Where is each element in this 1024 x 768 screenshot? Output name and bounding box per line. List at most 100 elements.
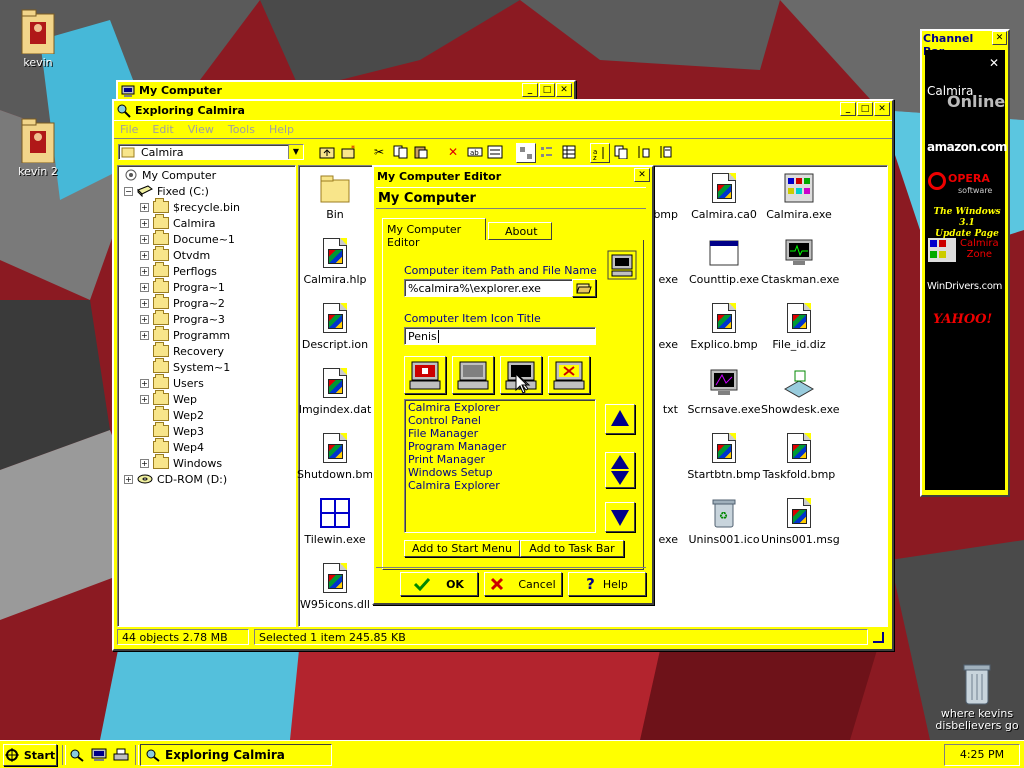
tree-item-folder[interactable]: Wep3 xyxy=(153,422,204,439)
tree-item-folder[interactable]: + Programm xyxy=(140,326,230,343)
list-item[interactable]: Control Panel xyxy=(408,414,592,427)
file-item[interactable]: Bin xyxy=(297,172,373,221)
file-item[interactable]: Counttip.exe xyxy=(686,237,762,286)
menu-edit[interactable]: Edit xyxy=(152,123,173,136)
expand-icon[interactable]: + xyxy=(140,250,149,260)
menu-file[interactable]: File xyxy=(120,123,138,136)
channel-yahoo[interactable]: YAHOO! xyxy=(933,312,1003,327)
icon-title-input[interactable]: Penis xyxy=(404,327,596,345)
file-item[interactable]: Calmira.exe xyxy=(761,172,837,221)
expand-icon[interactable]: + xyxy=(140,282,149,292)
file-item[interactable]: Shutdown.bmp xyxy=(297,432,380,481)
tree-item-cd-rom[interactable]: + CD-ROM (D:) xyxy=(124,471,227,487)
file-item[interactable]: ♻ Unins001.ico xyxy=(686,497,762,546)
list-item[interactable]: Calmira Explorer xyxy=(408,479,592,492)
desktop-icon-kevin[interactable]: kevin xyxy=(0,8,78,69)
explorer-search-icon[interactable] xyxy=(69,748,85,762)
file-item[interactable]: Unins001.msg xyxy=(761,497,840,546)
expand-icon[interactable]: + xyxy=(124,474,133,484)
expand-icon[interactable]: + xyxy=(140,378,149,388)
list-item[interactable]: Calmira Explorer xyxy=(408,401,592,414)
close-button[interactable]: ✕ xyxy=(556,83,572,97)
help-button[interactable]: ? Help xyxy=(568,572,646,596)
file-item[interactable]: File_id.diz xyxy=(761,302,837,351)
expand-icon[interactable]: + xyxy=(140,218,149,228)
edit-computer-item-button[interactable] xyxy=(452,356,494,394)
address-combo[interactable]: Calmira ▼ xyxy=(118,144,304,160)
file-item[interactable]: Descript.ion xyxy=(297,302,373,351)
browse-button[interactable] xyxy=(572,279,596,297)
tree-item-fixed-c[interactable]: − Fixed (C:) xyxy=(124,183,209,199)
expand-icon[interactable]: + xyxy=(140,298,149,308)
my-computer-titlebar[interactable]: My Computer xyxy=(118,82,574,99)
small-icons-view-icon[interactable] xyxy=(538,143,556,161)
path-input[interactable]: %calmira%\explorer.exe xyxy=(404,279,596,297)
list-item[interactable]: Program Manager xyxy=(408,440,592,453)
maximize-button[interactable]: □ xyxy=(539,83,555,97)
clock[interactable]: 4:25 PM xyxy=(944,744,1020,766)
sort-by-type-icon[interactable] xyxy=(612,143,630,161)
properties-icon[interactable] xyxy=(486,143,504,161)
printer-icon[interactable] xyxy=(113,748,129,762)
ok-button[interactable]: OK xyxy=(400,572,478,596)
channel-amazon[interactable]: amazon.com xyxy=(927,140,1007,154)
resize-grip-icon[interactable] xyxy=(872,631,884,643)
tab-about[interactable]: About xyxy=(488,222,552,240)
copy-icon[interactable] xyxy=(392,143,410,161)
large-icons-view-icon[interactable] xyxy=(516,143,536,163)
task-exploring-calmira[interactable]: Exploring Calmira xyxy=(140,744,332,766)
add-to-start-menu-button[interactable]: Add to Start Menu xyxy=(404,540,520,557)
channel-bar[interactable]: Channel Bar ✕ ✕ Calmira Online amazon.co… xyxy=(920,29,1010,497)
minimize-button[interactable]: _ xyxy=(840,102,856,116)
expand-icon[interactable]: + xyxy=(140,394,149,404)
move-down-button[interactable] xyxy=(605,502,635,532)
channel-calmira-online[interactable]: Calmira Online xyxy=(927,84,1005,111)
move-up-button[interactable] xyxy=(605,404,635,434)
channel-calmira-zone[interactable]: Calmira Zone xyxy=(928,236,1006,266)
chevron-down-icon[interactable]: ▼ xyxy=(288,145,303,159)
delete-computer-item-button[interactable] xyxy=(548,356,590,394)
expand-icon[interactable]: + xyxy=(140,314,149,324)
file-item[interactable]: Calmira.ca0 xyxy=(686,172,762,221)
file-item[interactable]: Showdesk.exe xyxy=(761,367,840,416)
cut-icon[interactable]: ✂ xyxy=(370,143,388,161)
expand-icon[interactable]: + xyxy=(140,458,149,468)
new-folder-icon[interactable]: * xyxy=(340,143,358,161)
expand-icon[interactable]: + xyxy=(140,202,149,212)
tab-my-computer-editor[interactable]: My Computer Editor xyxy=(382,218,486,249)
expand-icon[interactable]: + xyxy=(140,266,149,276)
list-item[interactable]: Windows Setup xyxy=(408,466,592,479)
close-button[interactable]: ✕ xyxy=(874,102,890,116)
menu-view[interactable]: View xyxy=(188,123,214,136)
list-item[interactable]: Print Manager xyxy=(408,453,592,466)
rename-icon[interactable]: ab xyxy=(466,143,484,161)
tree-item-folder[interactable]: Recovery xyxy=(153,342,224,359)
tree-item-folder[interactable]: + Perflogs xyxy=(140,262,217,279)
file-item[interactable]: Calmira.hlp xyxy=(297,237,373,286)
tree-item-folder[interactable]: + Progra~3 xyxy=(140,310,225,327)
close-button[interactable]: ✕ xyxy=(992,31,1007,45)
channel-windrivers[interactable]: WinDrivers.com xyxy=(927,281,1007,292)
delete-icon[interactable]: ✕ xyxy=(444,143,462,161)
details-view-icon[interactable] xyxy=(560,143,578,161)
tree-item-folder[interactable]: + Windows xyxy=(140,454,222,471)
collapse-icon[interactable]: − xyxy=(124,186,133,196)
tree-item-folder[interactable]: + Users xyxy=(140,374,204,391)
tree-item-folder[interactable]: Wep2 xyxy=(153,406,204,423)
sort-by-date-icon[interactable] xyxy=(656,143,674,161)
tree-item-folder[interactable]: System~1 xyxy=(153,358,230,375)
sort-by-name-icon[interactable]: az xyxy=(590,143,610,163)
file-item[interactable]: Scrnsave.exe xyxy=(686,367,762,416)
tree-item-folder[interactable]: Wep4 xyxy=(153,438,204,455)
channel-opera[interactable]: OPERA software xyxy=(928,170,1006,200)
up-folder-icon[interactable] xyxy=(318,143,336,161)
add-to-task-bar-button[interactable]: Add to Task Bar xyxy=(520,540,624,557)
file-item[interactable]: Taskfold.bmp xyxy=(761,432,837,481)
desktop-icon-recycle-bin[interactable]: where kevins disbelievers go xyxy=(934,662,1020,732)
tree-item-folder[interactable]: + Progra~1 xyxy=(140,278,225,295)
tree-item-folder[interactable]: + Wep xyxy=(140,390,197,407)
menu-tools[interactable]: Tools xyxy=(228,123,255,136)
close-button[interactable]: ✕ xyxy=(634,168,650,182)
cancel-button[interactable]: Cancel xyxy=(484,572,562,596)
add-computer-item-button[interactable] xyxy=(404,356,446,394)
